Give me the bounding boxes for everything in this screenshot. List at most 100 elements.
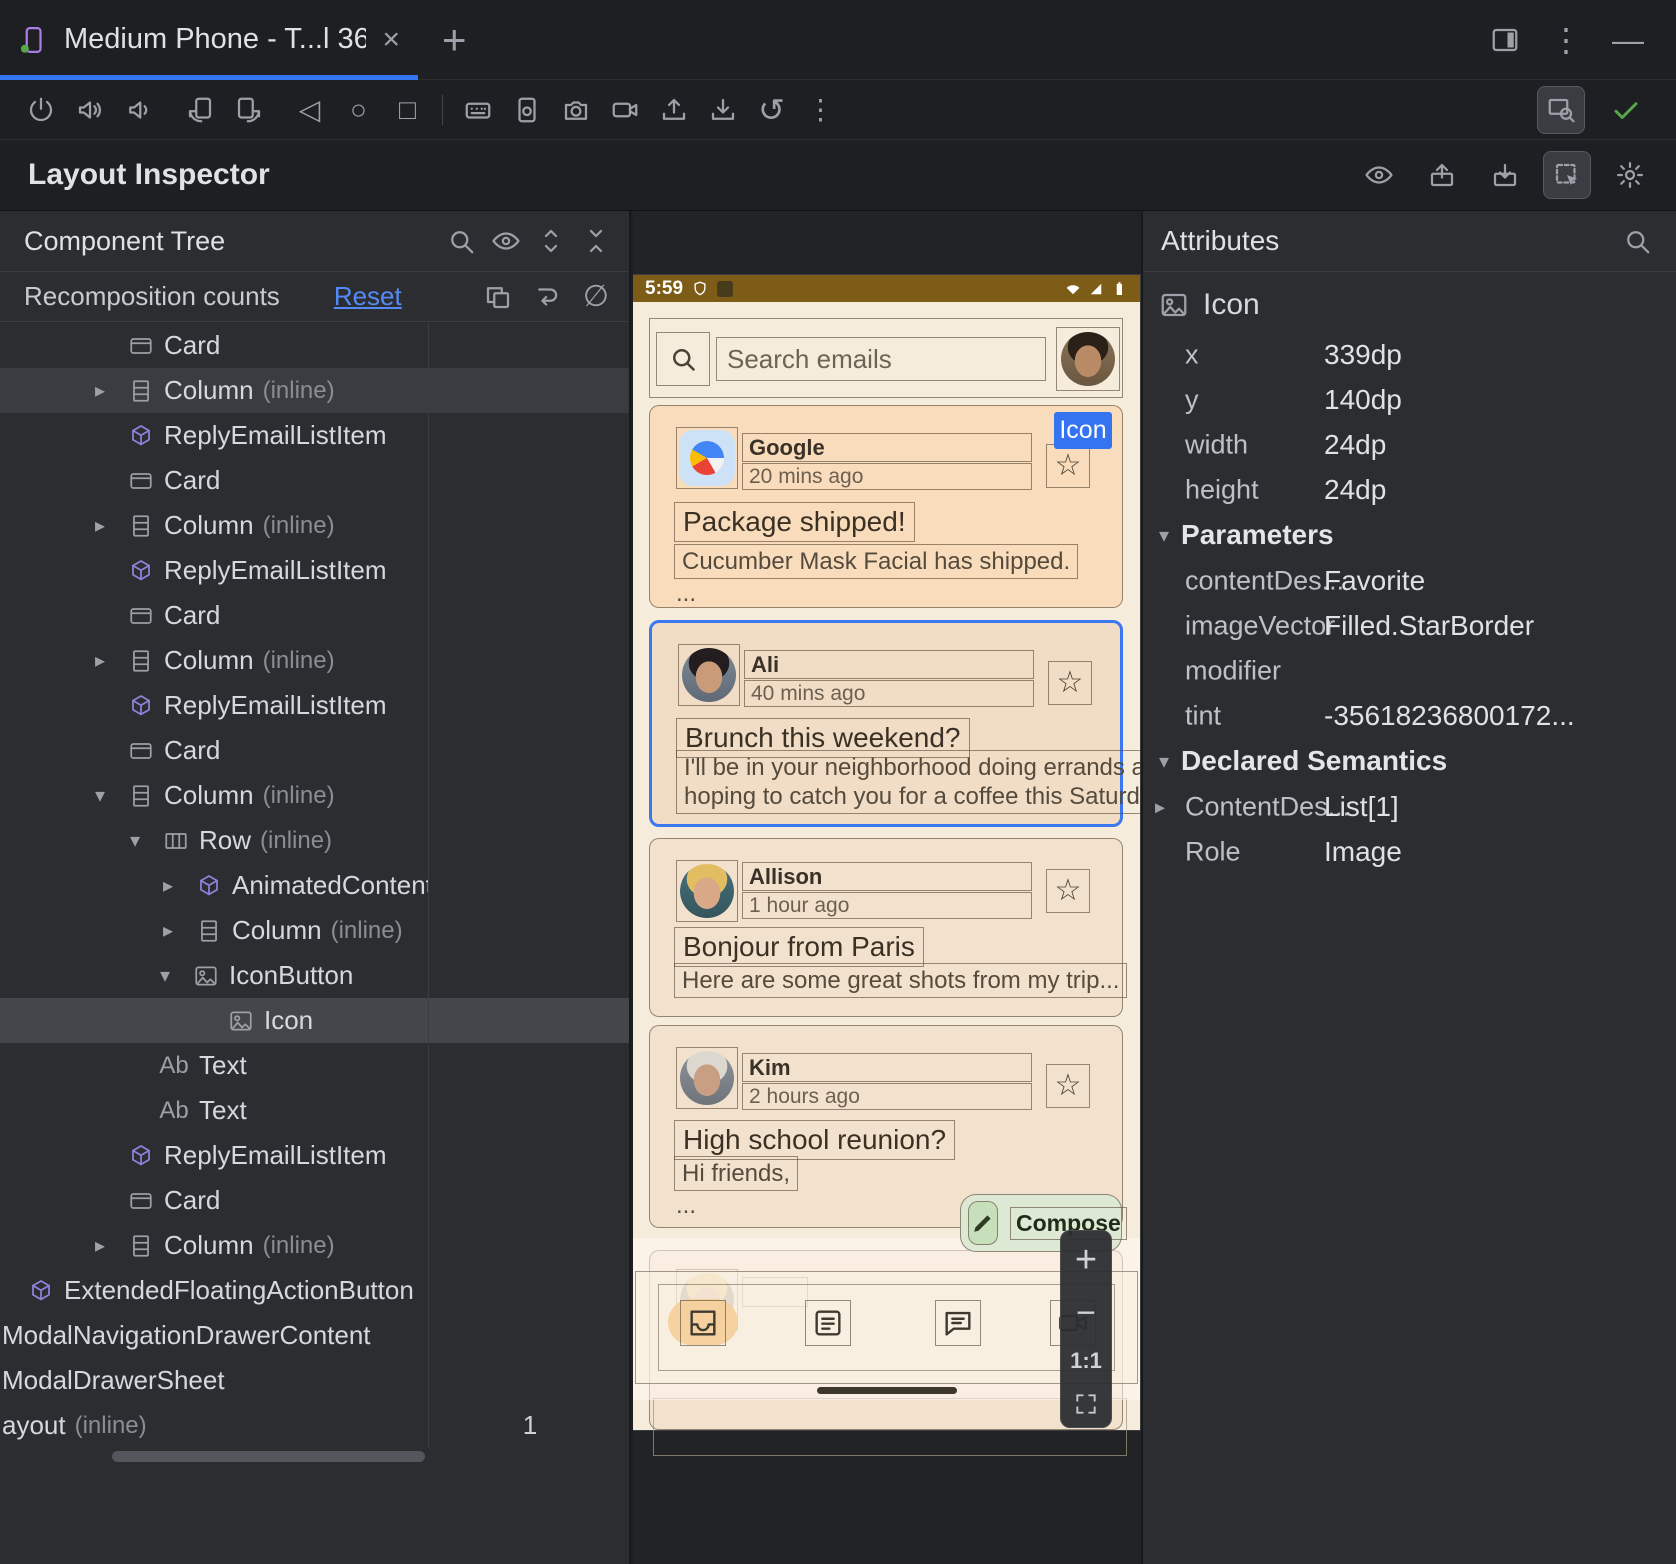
more-options-icon[interactable]: ⋮ [1550,24,1582,56]
tree-row[interactable]: Card [0,728,631,773]
volume-up-button[interactable] [65,86,114,134]
tree-row[interactable]: ▸Column(inline) [0,638,631,683]
toolbar-more-icon[interactable]: ⋮ [796,86,845,134]
zoom-fit-button[interactable] [1073,1391,1099,1417]
screenshot-button[interactable] [551,86,600,134]
tree-row[interactable]: ▸AnimatedContent [0,863,631,908]
upload-button[interactable] [649,86,698,134]
show-recomposition-flow-icon[interactable] [533,282,563,312]
zoom-ratio-label[interactable]: 1:1 [1070,1348,1102,1374]
avatar[interactable] [676,860,738,922]
tree-row[interactable]: ReplyEmailListItem [0,1133,631,1178]
chevron-down-icon[interactable]: ▾ [130,828,163,853]
device-tab[interactable]: Medium Phone - T...l 36.0 × [0,0,418,79]
tree-row[interactable]: ReplyEmailListItem [0,683,631,728]
tree-row[interactable]: ExtendedFloatingActionButton [0,1268,631,1313]
parameters-section-header[interactable]: ▾ Parameters [1143,512,1676,558]
avatar[interactable] [676,1047,738,1109]
chevron-right-icon[interactable]: ▸ [95,1233,128,1258]
collapse-all-icon[interactable] [581,226,611,256]
avatar[interactable] [676,427,738,489]
tree-row[interactable]: AbText [0,1043,631,1088]
profile-avatar[interactable] [1056,327,1120,391]
tree-row[interactable]: AbText [0,1088,631,1133]
export-snapshot-icon[interactable] [1417,151,1466,199]
import-snapshot-icon[interactable] [1480,151,1529,199]
search-icon[interactable] [446,226,476,256]
apply-changes-check-icon[interactable] [1601,86,1650,134]
email-card[interactable]: Allison 1 hour ago ☆ Bonjour from Paris … [649,838,1123,1017]
device-settings-button[interactable] [502,86,551,134]
tree-row[interactable]: ▾Column(inline) [0,773,631,818]
chevron-right-icon[interactable]: ▸ [95,513,128,538]
rotate-right-button[interactable] [224,86,273,134]
tree-row[interactable]: ▸Column(inline) [0,503,631,548]
select-component-toggle-button[interactable] [1543,151,1591,199]
screen-record-button[interactable] [600,86,649,134]
email-card[interactable]: Google 20 mins ago ☆ Package shipped! Cu… [649,405,1123,608]
tree-row[interactable]: ▸Column(inline) [0,908,631,953]
horizontal-scrollbar[interactable] [112,1451,425,1462]
tree-row[interactable]: Icon [0,998,631,1043]
tree-row[interactable]: ReplyEmailListItem [0,413,631,458]
layout-windows-icon[interactable] [1490,25,1520,55]
settings-gear-icon[interactable] [1605,151,1654,199]
search-bar[interactable]: Search emails [649,318,1123,398]
favorite-button[interactable]: ☆ [1046,869,1090,913]
home-button[interactable]: ○ [334,86,383,134]
semantics-section-header[interactable]: ▾ Declared Semantics [1143,738,1676,784]
favorite-button[interactable]: ☆ [1048,661,1092,705]
chevron-right-icon[interactable]: ▸ [95,648,128,673]
tree-row[interactable]: Card [0,1178,631,1223]
tree-row[interactable]: ModalDrawerSheet [0,1358,631,1403]
power-button[interactable] [16,86,65,134]
tree-row[interactable]: ▸Column(inline) [0,1223,631,1268]
search-input[interactable]: Search emails [716,337,1046,381]
tree-row[interactable]: ayout(inline)1 [0,1403,631,1448]
zoom-in-button[interactable]: + [1075,1241,1097,1279]
tree-row[interactable]: Card [0,323,631,368]
nav-chat-icon[interactable] [935,1300,981,1346]
tree-row[interactable]: Card [0,593,631,638]
snapshot-restore-button[interactable]: ↺ [747,86,796,134]
chevron-right-icon[interactable]: ▸ [95,378,128,403]
overview-button[interactable]: □ [383,86,432,134]
back-button[interactable]: ◁ [285,86,334,134]
chevron-right-icon[interactable]: ▸ [163,873,196,898]
chevron-down-icon[interactable]: ▾ [160,963,193,988]
chevron-down-icon[interactable]: ▾ [1159,749,1169,774]
chevron-right-icon[interactable]: ▸ [163,918,196,943]
tree-row[interactable]: ReplyEmailListItem [0,548,631,593]
favorite-button[interactable]: ☆ [1046,1064,1090,1108]
minimize-icon[interactable]: — [1612,24,1644,56]
favorite-button[interactable]: ☆ [1046,444,1090,488]
reset-link[interactable]: Reset [334,281,402,312]
volume-down-button[interactable] [114,86,163,134]
tree-row[interactable]: Card [0,458,631,503]
nav-inbox-icon[interactable] [680,1300,726,1346]
search-icon[interactable] [1622,226,1652,256]
chevron-down-icon[interactable]: ▾ [1159,523,1169,548]
nav-articles-icon[interactable] [805,1300,851,1346]
email-card-selected[interactable]: Ali 40 mins ago ☆ Brunch this weekend? I… [649,620,1123,827]
new-tab-button[interactable]: + [442,16,467,64]
tree-row[interactable]: ▸Column(inline) [0,368,631,413]
zoom-out-button[interactable]: − [1076,1296,1096,1330]
screenshot-inspect-toggle-button[interactable] [1537,86,1585,134]
chevron-right-icon[interactable]: ▸ [1155,794,1165,819]
download-button[interactable] [698,86,747,134]
virtual-keyboard-button[interactable] [453,86,502,134]
highlight-eye-icon[interactable] [491,226,521,256]
expand-all-icon[interactable] [536,226,566,256]
copy-counts-icon[interactable] [483,282,513,312]
disable-counts-icon[interactable]: ∅ [583,282,609,312]
avatar[interactable] [678,644,740,706]
search-icon[interactable] [656,332,710,386]
chevron-down-icon[interactable]: ▾ [95,783,128,808]
rotate-left-button[interactable] [175,86,224,134]
tree-row[interactable]: ModalNavigationDrawerContent [0,1313,631,1358]
toggle-overlay-eye-icon[interactable] [1354,151,1403,199]
tree-row[interactable]: ▾Row(inline) [0,818,631,863]
tree-row[interactable]: ▾IconButton [0,953,631,998]
tab-close-icon[interactable]: × [382,25,400,55]
